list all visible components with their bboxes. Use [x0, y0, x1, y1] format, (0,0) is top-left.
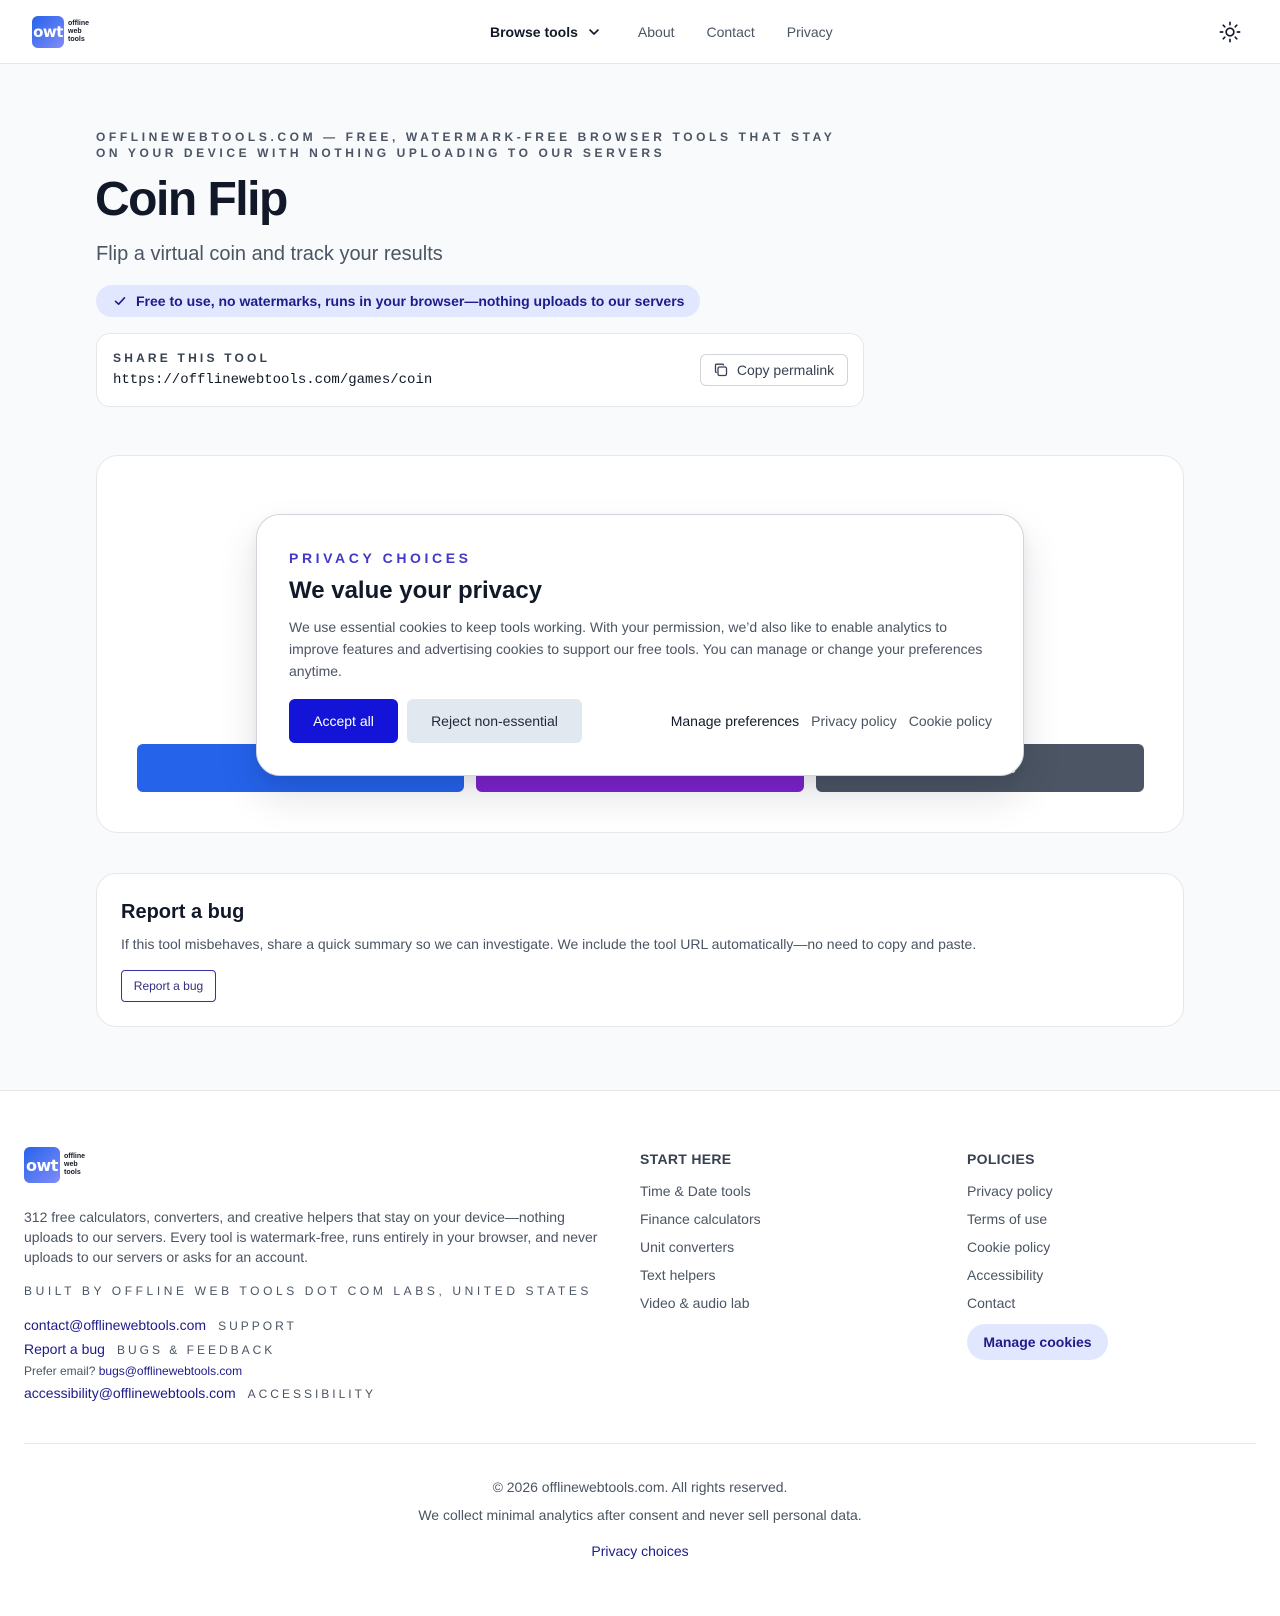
logo-mark: owt: [32, 16, 64, 48]
footer-link-finance[interactable]: Finance calculators: [640, 1211, 761, 1239]
privacy-badge: Free to use, no watermarks, runs in your…: [96, 285, 700, 317]
report-bug-title: Report a bug: [121, 901, 245, 923]
logo-mark: owt: [24, 1147, 60, 1183]
logo-word: web: [68, 28, 82, 35]
accept-all-button[interactable]: Accept all: [289, 699, 398, 743]
manage-cookies-button[interactable]: Manage cookies: [967, 1324, 1108, 1360]
sun-icon: [1219, 21, 1241, 43]
footer-report-bug-link[interactable]: Report a bug: [24, 1341, 105, 1357]
privacy-choices-row: Privacy choices: [0, 1543, 1280, 1559]
footer-built-by: BUILT BY OFFLINE WEB TOOLS DOT COM LABS,…: [24, 1284, 593, 1298]
page-title: Coin Flip: [95, 173, 288, 226]
chevron-down-icon: [589, 29, 599, 35]
privacy-dialog-title: We value your privacy: [289, 577, 543, 604]
site-tagline: OFFLINEWEBTOOLS.COM — FREE, WATERMARK-FR…: [96, 130, 836, 160]
start-here-heading: START HERE: [640, 1151, 732, 1167]
copy-permalink-label: Copy permalink: [736, 362, 835, 378]
footer-link-unit-converters[interactable]: Unit converters: [640, 1239, 761, 1267]
support-email-link[interactable]: contact@offlinewebtools.com: [24, 1317, 206, 1333]
share-card: SHARE THIS TOOL https://offlinewebtools.…: [96, 333, 864, 407]
prefer-email-label: Prefer email?: [24, 1364, 96, 1378]
logo-word: tools: [64, 1169, 81, 1176]
logo-word: offline: [64, 1153, 85, 1160]
logo-wordmark: offline web tools: [64, 1153, 85, 1177]
footer-divider: [24, 1443, 1256, 1444]
policies-heading: POLICIES: [967, 1151, 1035, 1167]
report-bug-card: Report a bug If this tool misbehaves, sh…: [96, 873, 1184, 1027]
privacy-dialog-links: Manage preferences Privacy policy Cookie…: [671, 699, 992, 743]
copyright-text: © 2026 offlinewebtools.com. All rights r…: [492, 1479, 788, 1495]
privacy-dialog-text: We use essential cookies to keep tools w…: [289, 619, 983, 679]
analytics-note: We collect minimal analytics after conse…: [418, 1507, 862, 1523]
footer-link-terms[interactable]: Terms of use: [967, 1211, 1053, 1239]
browse-tools-menu[interactable]: Browse tools: [490, 24, 600, 40]
bugs-email-link[interactable]: bugs@offlinewebtools.com: [99, 1364, 242, 1378]
theme-toggle-button[interactable]: [1218, 20, 1242, 44]
footer-link-accessibility[interactable]: Accessibility: [967, 1267, 1053, 1295]
copy-permalink-button[interactable]: Copy permalink: [700, 354, 848, 386]
prefer-email-note: Prefer email? bugs@offlinewebtools.com: [24, 1364, 242, 1378]
logo-word: offline: [68, 20, 89, 27]
support-tag: SUPPORT: [218, 1319, 297, 1333]
copy-icon: [714, 363, 728, 377]
checkmark-icon: [114, 297, 126, 305]
policies-list: Privacy policy Terms of use Cookie polic…: [967, 1183, 1053, 1323]
privacy-consent-dialog: PRIVACY CHOICES We value your privacy We…: [256, 514, 1024, 776]
page-subtitle: Flip a virtual coin and track your resul…: [96, 243, 443, 265]
manage-preferences-link[interactable]: Manage preferences: [671, 713, 799, 729]
privacy-dialog-eyebrow: PRIVACY CHOICES: [289, 550, 472, 566]
footer-contact-row: Report a bug BUGS & FEEDBACK: [24, 1341, 275, 1357]
footer-link-cookie-policy[interactable]: Cookie policy: [967, 1239, 1053, 1267]
footer-link-video-audio[interactable]: Video & audio lab: [640, 1295, 761, 1323]
privacy-badge-text: Free to use, no watermarks, runs in your…: [136, 293, 685, 309]
share-url: https://offlinewebtools.com/games/coin: [113, 372, 433, 388]
footer-contact-row: contact@offlinewebtools.com SUPPORT: [24, 1317, 297, 1333]
logo-wordmark: offline web tools: [68, 20, 89, 44]
privacy-choices-link[interactable]: Privacy choices: [591, 1543, 688, 1559]
footer-link-privacy-policy[interactable]: Privacy policy: [967, 1183, 1053, 1211]
nav-link-about[interactable]: About: [638, 24, 675, 40]
logo-word: tools: [68, 36, 85, 43]
main-nav: Browse tools About Contact Privacy: [490, 0, 865, 64]
footer-link-text-helpers[interactable]: Text helpers: [640, 1267, 761, 1295]
report-bug-text: If this tool misbehaves, share a quick s…: [121, 936, 977, 952]
cookie-policy-link[interactable]: Cookie policy: [909, 713, 992, 729]
footer-logo[interactable]: owt offline web tools: [24, 1147, 85, 1183]
site-logo[interactable]: owt offline web tools: [32, 16, 89, 48]
site-footer: owt offline web tools 312 free calculato…: [0, 1090, 1280, 1616]
nav-link-contact[interactable]: Contact: [707, 24, 755, 40]
accessibility-tag: ACCESSIBILITY: [247, 1387, 376, 1401]
top-navigation-bar: owt offline web tools Browse tools About…: [0, 0, 1280, 64]
nav-link-privacy[interactable]: Privacy: [787, 24, 833, 40]
share-label: SHARE THIS TOOL: [113, 351, 271, 365]
start-here-list: Time & Date tools Finance calculators Un…: [640, 1183, 761, 1323]
browse-tools-label: Browse tools: [490, 24, 578, 40]
reject-non-essential-button[interactable]: Reject non-essential: [407, 699, 582, 743]
footer-contact-row: accessibility@offlinewebtools.com ACCESS…: [24, 1385, 376, 1401]
footer-description: 312 free calculators, converters, and cr…: [24, 1209, 598, 1265]
privacy-policy-link[interactable]: Privacy policy: [811, 713, 897, 729]
bugs-feedback-tag: BUGS & FEEDBACK: [116, 1343, 276, 1357]
accessibility-email-link[interactable]: accessibility@offlinewebtools.com: [24, 1385, 236, 1401]
footer-link-time-date[interactable]: Time & Date tools: [640, 1183, 761, 1211]
footer-link-contact[interactable]: Contact: [967, 1295, 1053, 1323]
logo-word: web: [64, 1161, 78, 1168]
report-bug-button[interactable]: Report a bug: [121, 970, 216, 1002]
